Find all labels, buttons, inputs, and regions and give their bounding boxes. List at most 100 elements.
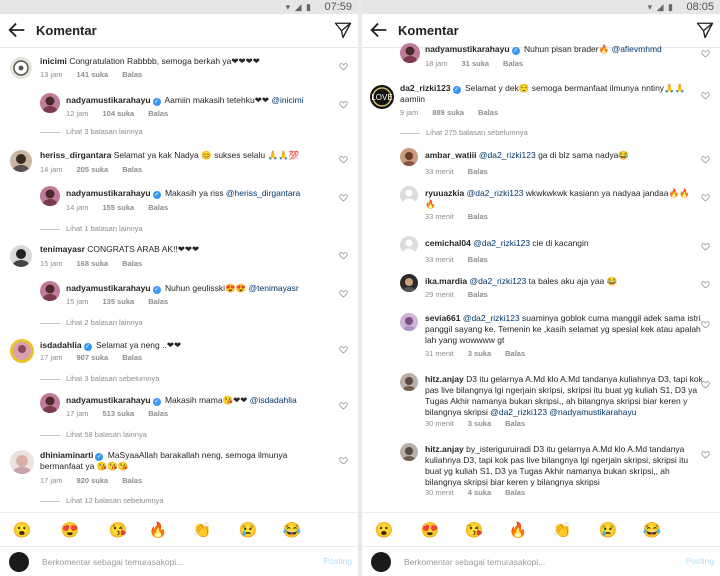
post-button[interactable]: Posting	[324, 556, 352, 566]
comment-username[interactable]: heriss_dirgantara	[40, 150, 111, 160]
comment-username[interactable]: nadyamustikarahayu	[66, 95, 151, 105]
comment-username[interactable]: nadyamustikarahayu	[66, 188, 151, 198]
emoji-laugh-button[interactable]: 😂	[642, 521, 662, 541]
emoji-cry-button[interactable]: 😢	[238, 521, 258, 541]
comment-username[interactable]: sevia661	[425, 313, 460, 323]
comment-mention[interactable]: @da2_rizki123	[473, 238, 530, 248]
comment-username[interactable]: nadyamustikarahayu	[66, 395, 151, 405]
view-replies-link[interactable]: Lihat 58 balasan lainnya	[40, 430, 147, 439]
view-replies-link[interactable]: Lihat 3 balasan lainnya	[40, 127, 143, 136]
comment-likes[interactable]: 3 suka	[468, 419, 491, 428]
comment-likes[interactable]: 141 suka	[77, 70, 109, 79]
avatar[interactable]	[400, 148, 418, 166]
reply-button[interactable]: Balas	[468, 290, 488, 299]
avatar[interactable]	[40, 93, 60, 113]
emoji-clap-button[interactable]: 👏	[192, 521, 212, 541]
avatar[interactable]	[10, 450, 34, 474]
avatar[interactable]	[400, 43, 420, 63]
comment-likes[interactable]: 907 suka	[77, 353, 109, 362]
heart-icon[interactable]	[701, 49, 710, 58]
emoji-fire-button[interactable]: 🔥	[508, 521, 528, 541]
heart-icon[interactable]	[701, 155, 710, 164]
reply-button[interactable]: Balas	[148, 409, 168, 418]
heart-icon[interactable]	[701, 380, 710, 389]
heart-icon[interactable]	[339, 155, 348, 164]
emoji-laugh-button[interactable]: 😂	[282, 521, 302, 541]
comment-likes[interactable]: 3 suka	[468, 349, 491, 358]
comment-mention[interactable]: @isdadahlia	[250, 395, 297, 405]
comment-mention[interactable]: @da2_rizki123	[467, 188, 524, 198]
avatar[interactable]	[400, 313, 418, 331]
comment-username[interactable]: da2_rizki123	[400, 83, 451, 93]
heart-icon[interactable]	[701, 91, 710, 100]
comment-mention[interactable]: @da2_rizki123	[479, 150, 536, 160]
heart-icon[interactable]	[701, 280, 710, 289]
reply-button[interactable]: Balas	[122, 259, 142, 268]
heart-icon[interactable]	[339, 345, 348, 354]
avatar[interactable]	[10, 339, 34, 363]
emoji-clap-button[interactable]: 👏	[552, 521, 572, 541]
comment-username[interactable]: ryuuazkia	[425, 188, 464, 198]
heart-icon[interactable]	[701, 450, 710, 459]
comment-username[interactable]: tenimayasr	[40, 244, 85, 254]
view-replies-link[interactable]: Lihat 275 balasan sebelumnya	[400, 128, 528, 137]
heart-icon[interactable]	[339, 289, 348, 298]
comment-likes[interactable]: 104 suka	[103, 109, 135, 118]
reply-button[interactable]: Balas	[148, 203, 168, 212]
heart-icon[interactable]	[339, 251, 348, 260]
comment-username[interactable]: inicimi	[40, 56, 67, 66]
heart-icon[interactable]	[339, 62, 348, 71]
heart-icon[interactable]	[701, 320, 710, 329]
comment-mention[interactable]: @da2_rizki123	[490, 407, 547, 417]
avatar[interactable]	[400, 443, 418, 461]
comment-input[interactable]	[42, 554, 282, 570]
comment-mention[interactable]: @tenimayasr	[249, 283, 299, 293]
comment-username[interactable]: cemichal04	[425, 238, 471, 248]
emoji-cry-button[interactable]: 😢	[598, 521, 618, 541]
comment-mention[interactable]: @da2_rizki123	[463, 313, 520, 323]
comment-likes[interactable]: 889 suka	[432, 108, 464, 117]
comment-mention[interactable]: @inicimi	[271, 95, 303, 105]
heart-icon[interactable]	[339, 100, 348, 109]
reply-button[interactable]: Balas	[505, 488, 525, 497]
heart-icon[interactable]	[339, 456, 348, 465]
comment-likes[interactable]: 155 suka	[103, 203, 135, 212]
comment-likes[interactable]: 205 suka	[77, 165, 109, 174]
reply-button[interactable]: Balas	[122, 353, 142, 362]
comment-input[interactable]	[404, 554, 644, 570]
avatar[interactable]	[400, 236, 418, 254]
comment-likes[interactable]: 168 suka	[77, 259, 109, 268]
comment-likes[interactable]: 135 suka	[103, 297, 135, 306]
avatar[interactable]	[40, 186, 60, 206]
avatar[interactable]: LOVE	[370, 85, 394, 109]
reply-button[interactable]: Balas	[468, 255, 488, 264]
back-arrow-icon[interactable]	[368, 19, 390, 41]
comment-mention[interactable]: @afievmhmd	[612, 44, 662, 54]
comment-likes[interactable]: 31 suka	[462, 59, 490, 68]
avatar[interactable]	[10, 57, 32, 79]
view-replies-link[interactable]: Lihat 12 balasan sebelumnya	[40, 496, 164, 505]
avatar[interactable]	[40, 281, 60, 301]
heart-icon[interactable]	[339, 401, 348, 410]
emoji-kiss-button[interactable]: 😘	[464, 521, 484, 541]
reply-button[interactable]: Balas	[148, 297, 168, 306]
avatar[interactable]	[40, 393, 60, 413]
reply-button[interactable]: Balas	[122, 70, 142, 79]
send-icon[interactable]	[334, 21, 352, 39]
avatar[interactable]	[10, 245, 32, 267]
comment-username[interactable]: hitz.anjay	[425, 444, 464, 454]
emoji-heart-eyes-button[interactable]: 😍	[420, 521, 440, 541]
reply-button[interactable]: Balas	[122, 165, 142, 174]
comment-username[interactable]: ambar_watiii	[425, 150, 477, 160]
reply-button[interactable]: Balas	[503, 59, 523, 68]
avatar[interactable]	[10, 150, 32, 172]
comment-mention[interactable]: @da2_rizki123	[469, 276, 526, 286]
comment-username[interactable]: nadyamustikarahayu	[66, 283, 151, 293]
avatar[interactable]	[400, 274, 418, 292]
comment-likes[interactable]: 4 suka	[468, 488, 491, 497]
comment-username[interactable]: hitz.anjay	[425, 374, 464, 384]
back-arrow-icon[interactable]	[6, 19, 28, 41]
emoji-surprised-button[interactable]: 😮	[12, 521, 32, 541]
reply-button[interactable]: Balas	[505, 419, 525, 428]
comment-likes[interactable]: 513 suka	[103, 409, 135, 418]
